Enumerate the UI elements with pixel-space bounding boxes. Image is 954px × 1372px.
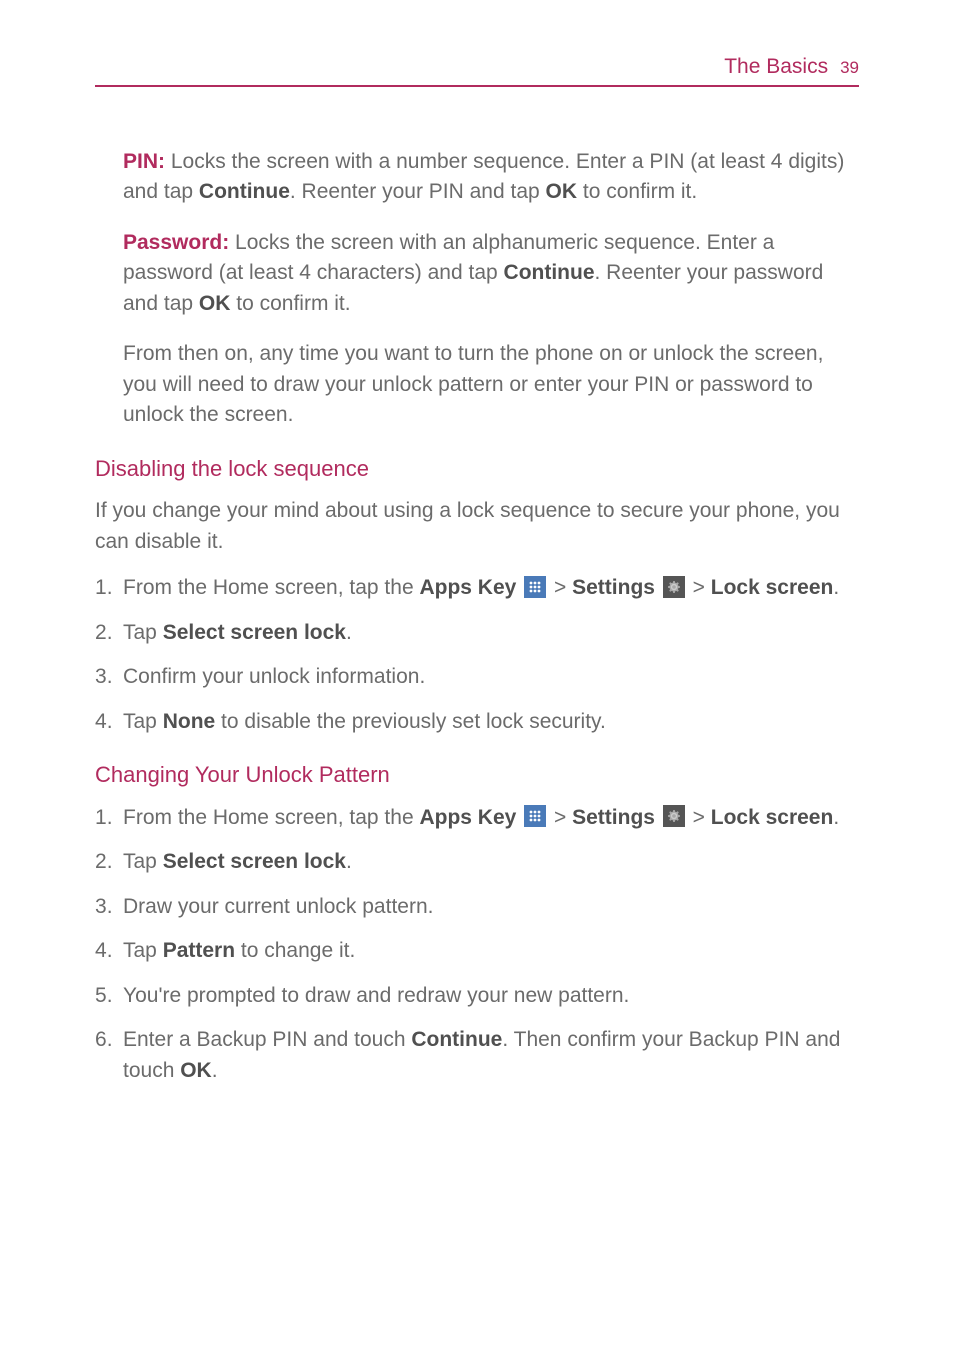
continue-label: Continue (411, 1028, 502, 1051)
list-item: Tap Select screen lock. (95, 847, 859, 877)
apps-key-label: Apps Key (419, 806, 516, 829)
settings-icon (663, 805, 685, 827)
text: From then on, any time you want to turn … (123, 342, 823, 426)
continue-label: Continue (504, 261, 595, 284)
text: to change it. (235, 939, 355, 962)
ok-label: OK (180, 1059, 212, 1082)
text: From the Home screen, tap the (123, 576, 419, 599)
list-item: Tap None to disable the previously set l… (95, 707, 859, 737)
list-item: Confirm your unlock information. (95, 662, 859, 692)
list-item: You're prompted to draw and redraw your … (95, 981, 859, 1011)
section2-steps: From the Home screen, tap the Apps Key >… (95, 803, 859, 1086)
apps-key-icon (524, 805, 546, 827)
lock-screen-label: Lock screen (711, 806, 834, 829)
settings-label: Settings (572, 806, 655, 829)
pin-label: PIN: (123, 150, 165, 173)
text: Draw your current unlock pattern. (123, 895, 433, 918)
none-label: None (163, 710, 216, 733)
section1-steps: From the Home screen, tap the Apps Key >… (95, 573, 859, 737)
page-header: The Basics 39 (95, 55, 859, 87)
select-screen-lock-label: Select screen lock (163, 621, 346, 644)
text: Confirm your unlock information. (123, 665, 425, 688)
settings-icon (663, 576, 685, 598)
page-content: PIN: Locks the screen with a number sequ… (95, 147, 859, 1086)
text: > (554, 576, 572, 599)
text: . Reenter your PIN and tap (290, 180, 546, 203)
text: From the Home screen, tap the (123, 806, 419, 829)
page-number: 39 (840, 58, 859, 78)
text: You're prompted to draw and redraw your … (123, 984, 629, 1007)
apps-key-icon (524, 576, 546, 598)
lock-screen-label: Lock screen (711, 576, 834, 599)
section1-intro: If you change your mind about using a lo… (95, 496, 859, 557)
list-item: From the Home screen, tap the Apps Key >… (95, 573, 859, 603)
apps-key-label: Apps Key (419, 576, 516, 599)
section-heading-changing: Changing Your Unlock Pattern (95, 759, 859, 791)
text: Tap (123, 939, 163, 962)
text: . (833, 576, 839, 599)
section-heading-disabling: Disabling the lock sequence (95, 453, 859, 485)
text: to confirm it. (230, 292, 350, 315)
text: Tap (123, 710, 163, 733)
pattern-label: Pattern (163, 939, 235, 962)
password-paragraph: Password: Locks the screen with an alpha… (123, 228, 859, 319)
select-screen-lock-label: Select screen lock (163, 850, 346, 873)
header-title: The Basics (724, 55, 828, 79)
text: . (346, 850, 352, 873)
ok-label: OK (546, 180, 578, 203)
settings-label: Settings (572, 576, 655, 599)
text: > (693, 576, 711, 599)
text: to confirm it. (577, 180, 697, 203)
list-item: Tap Pattern to change it. (95, 936, 859, 966)
text: . (212, 1059, 218, 1082)
list-item: From the Home screen, tap the Apps Key >… (95, 803, 859, 833)
text: . (833, 806, 839, 829)
list-item: Draw your current unlock pattern. (95, 892, 859, 922)
text: to disable the previously set lock secur… (215, 710, 606, 733)
list-item: Tap Select screen lock. (95, 618, 859, 648)
text: Tap (123, 850, 163, 873)
list-item: Enter a Backup PIN and touch Continue. T… (95, 1025, 859, 1086)
text: Tap (123, 621, 163, 644)
text: . (346, 621, 352, 644)
pin-paragraph: PIN: Locks the screen with a number sequ… (123, 147, 859, 208)
text: > (554, 806, 572, 829)
from-then-paragraph: From then on, any time you want to turn … (123, 339, 859, 430)
password-label: Password: (123, 231, 229, 254)
continue-label: Continue (199, 180, 290, 203)
text: Enter a Backup PIN and touch (123, 1028, 411, 1051)
text: > (687, 806, 711, 829)
ok-label: OK (199, 292, 231, 315)
